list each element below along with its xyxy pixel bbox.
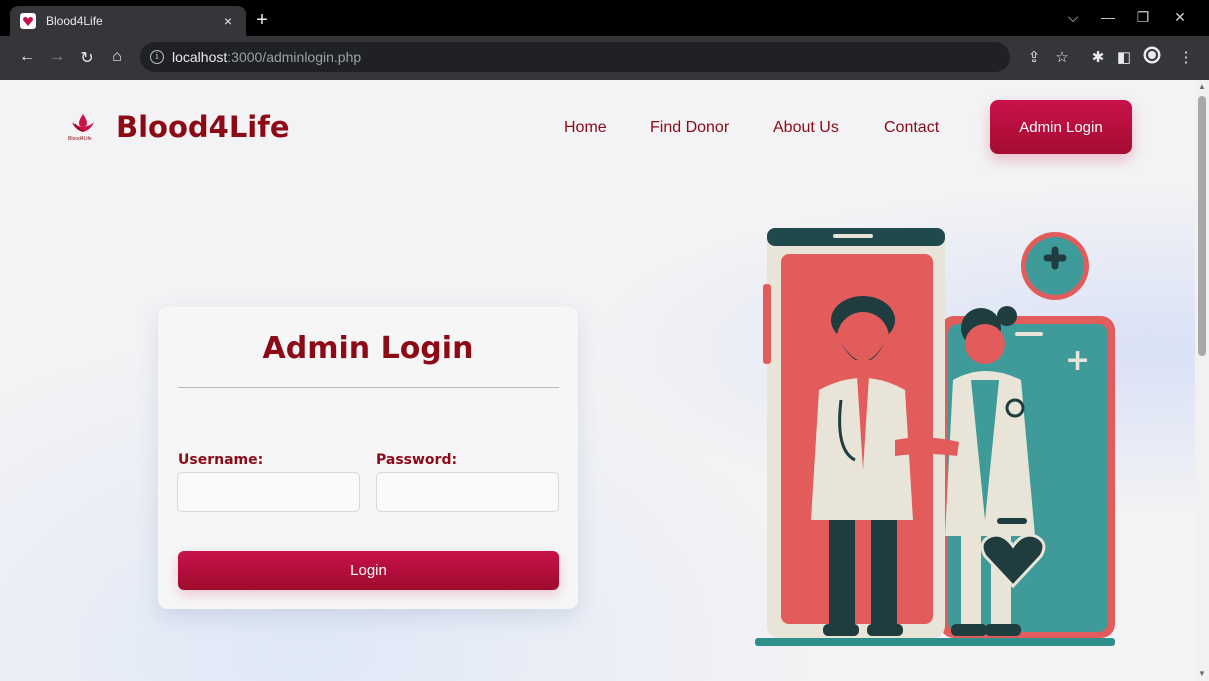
scroll-up-icon[interactable]: ▲: [1195, 80, 1209, 94]
favicon-icon: [20, 13, 36, 29]
admin-login-button[interactable]: Admin Login: [990, 100, 1132, 154]
page-viewport: Blood4Life Blood4Life Home Find Donor Ab…: [0, 80, 1209, 681]
card-title: Admin Login: [262, 331, 474, 366]
nav-find-donor[interactable]: Find Donor: [650, 119, 729, 137]
nav-about-us[interactable]: About Us: [773, 119, 839, 137]
address-bar[interactable]: i localhost :3000/adminlogin.php: [140, 42, 1010, 72]
new-tab-button[interactable]: +: [252, 10, 272, 30]
page-scrollbar[interactable]: ▲ ▼: [1195, 80, 1209, 681]
close-icon[interactable]: ✕: [1170, 9, 1190, 26]
login-button[interactable]: Login: [178, 551, 559, 590]
kebab-menu-icon[interactable]: ⋮: [1176, 48, 1196, 66]
back-arrow-icon[interactable]: ←: [14, 48, 40, 66]
reload-icon[interactable]: ↻: [74, 48, 100, 68]
card-divider: [178, 387, 559, 388]
url-path: :3000/adminlogin.php: [227, 49, 362, 65]
url-host: localhost: [172, 49, 228, 65]
scroll-thumb[interactable]: [1198, 96, 1206, 356]
browser-tab[interactable]: Blood4Life ×: [10, 6, 246, 36]
password-input[interactable]: [376, 472, 559, 512]
minimize-icon[interactable]: —: [1098, 9, 1118, 25]
browser-toolbar: ← → ↻ ⌂ i localhost :3000/adminlogin.php…: [0, 36, 1209, 80]
sidepanel-icon[interactable]: ◧: [1114, 48, 1134, 66]
star-icon[interactable]: ☆: [1052, 48, 1072, 66]
extensions-icon[interactable]: ✱: [1088, 48, 1108, 66]
nav-contact[interactable]: Contact: [884, 119, 939, 137]
tab-title: Blood4Life: [46, 14, 103, 28]
blood-drop-logo-icon: Blood4Life: [66, 110, 100, 144]
restore-icon[interactable]: ❐: [1133, 9, 1153, 26]
browser-tab-strip: Blood4Life × + ⌵ — ❐ ✕: [0, 0, 1209, 36]
profile-icon[interactable]: [1142, 46, 1162, 68]
password-label: Password:: [376, 452, 458, 468]
home-icon[interactable]: ⌂: [104, 48, 130, 66]
forward-arrow-icon[interactable]: →: [44, 48, 70, 66]
brand-name: Blood4Life: [116, 110, 290, 144]
scroll-down-icon[interactable]: ▼: [1195, 667, 1209, 681]
doctors-illustration: +: [755, 228, 1115, 646]
nav-home[interactable]: Home: [564, 119, 607, 137]
username-label: Username:: [178, 452, 264, 468]
share-icon[interactable]: ⇪: [1024, 48, 1044, 66]
site-info-icon[interactable]: i: [150, 50, 164, 64]
tab-close-icon[interactable]: ×: [220, 13, 236, 29]
svg-text:+: +: [1065, 343, 1090, 378]
logo-caption: Blood4Life: [68, 136, 92, 142]
username-input[interactable]: [177, 472, 360, 512]
chevron-down-icon[interactable]: ⌵: [1063, 9, 1083, 26]
brand[interactable]: Blood4Life Blood4Life: [66, 110, 290, 144]
login-card: Admin Login Username: Password: Login: [158, 307, 578, 609]
